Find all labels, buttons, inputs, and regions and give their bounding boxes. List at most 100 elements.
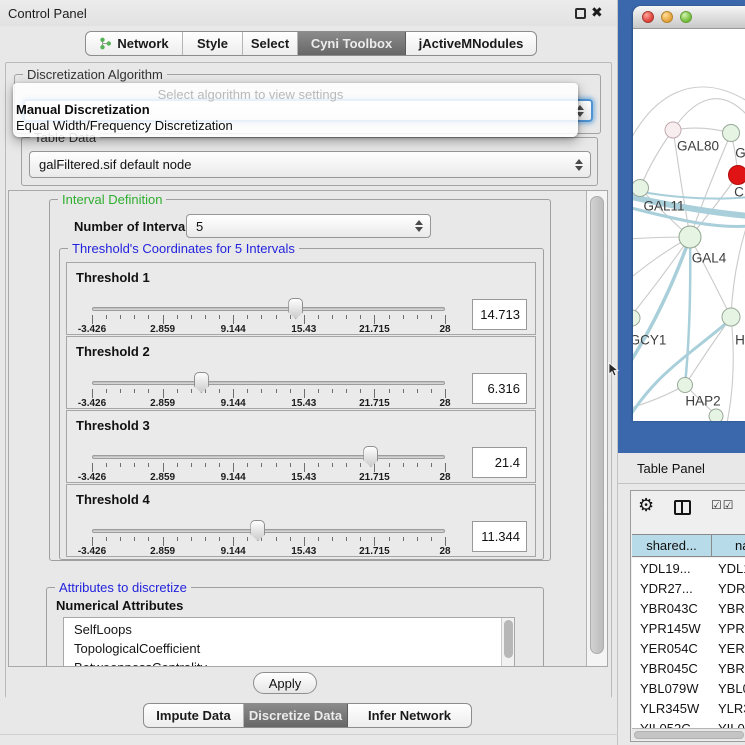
table-horizontal-scrollbar[interactable]: [632, 728, 745, 740]
table-row[interactable]: YLR345W YLR3: [632, 699, 745, 719]
attribute-item[interactable]: BetweennessCentrality: [64, 658, 514, 667]
table-hscroll-thumb[interactable]: [634, 731, 744, 739]
network-edge: [731, 225, 745, 317]
attribute-item[interactable]: TopologicalCoefficient: [64, 639, 514, 658]
cell-name[interactable]: YLR3: [718, 699, 745, 719]
node-red[interactable]: [729, 166, 745, 185]
cell-shared-name[interactable]: YBR043C: [640, 599, 712, 619]
table-row[interactable]: YBL079W YBL0: [632, 679, 745, 699]
list-scrollbar[interactable]: [501, 618, 514, 667]
minor-tick: [247, 389, 248, 393]
threshold-value-field[interactable]: 14.713: [472, 299, 527, 330]
cell-shared-name[interactable]: YIL052C: [640, 719, 712, 728]
numerical-attributes-list[interactable]: SelfLoopsTopologicalCoefficientBetweenne…: [63, 617, 515, 667]
column-header-name[interactable]: na: [713, 535, 745, 556]
table-row[interactable]: YDR27... YDR2: [632, 579, 745, 599]
tab-select[interactable]: Select: [243, 32, 298, 55]
cell-shared-name[interactable]: YDR27...: [640, 579, 712, 599]
cell-shared-name[interactable]: YLR345W: [640, 699, 712, 719]
tab-infer-network[interactable]: Infer Network: [348, 704, 471, 727]
cell-shared-name[interactable]: YER054C: [640, 639, 712, 659]
minor-tick: [219, 315, 220, 319]
cell-shared-name[interactable]: YDL19...: [640, 559, 712, 579]
table-row[interactable]: YBR045C YBR0: [632, 659, 745, 679]
minimize-traffic-light-icon[interactable]: [661, 11, 673, 23]
minor-tick: [276, 315, 277, 319]
select-columns-icons[interactable]: ☑☑: [711, 498, 735, 512]
cell-name[interactable]: YPR1: [718, 619, 745, 639]
tab-jactivemnodules[interactable]: jActiveMNodules: [406, 32, 536, 55]
node-gal80[interactable]: [665, 122, 681, 138]
tab-style[interactable]: Style: [183, 32, 243, 55]
node-gcy1[interactable]: [633, 310, 640, 326]
tick-label: 2.859: [150, 546, 175, 557]
apply-button[interactable]: Apply: [253, 672, 317, 694]
tick-label: -3.426: [78, 546, 106, 557]
panel-scrollbar[interactable]: [586, 191, 608, 667]
table-data-combobox[interactable]: galFiltered.sif default node: [29, 151, 591, 178]
tab-network[interactable]: Network: [86, 32, 183, 55]
cell-shared-name[interactable]: YPR145W: [640, 619, 712, 639]
tab-discretize-data[interactable]: Discretize Data: [244, 704, 348, 727]
mouse-cursor: [608, 362, 620, 378]
minor-tick: [219, 389, 220, 393]
node-gal11[interactable]: [633, 180, 649, 197]
tab-impute-data[interactable]: Impute Data: [144, 704, 244, 727]
tick-label: 28: [439, 324, 450, 335]
gear-icon[interactable]: ⚙: [638, 495, 654, 516]
close-traffic-light-icon[interactable]: [642, 11, 654, 23]
table-row[interactable]: YER054C YER0: [632, 639, 745, 659]
slider-thumb[interactable]: [250, 520, 265, 541]
screen: Control Panel ✖ NetworkStyleSelectCyni T…: [0, 0, 745, 745]
cell-name[interactable]: YDL1: [718, 559, 745, 579]
attribute-item[interactable]: SelfLoops: [64, 620, 514, 639]
node-gal4[interactable]: [679, 226, 701, 248]
threshold-value-field[interactable]: 21.4: [472, 447, 527, 478]
slider-track[interactable]: [92, 307, 445, 311]
node-hap2[interactable]: [678, 378, 693, 393]
slider-thumb[interactable]: [194, 372, 209, 393]
network-icon: [99, 37, 112, 50]
network-canvas[interactable]: GAL80GACGAL11GAL4GCY1HHAP2: [633, 29, 745, 421]
slider-track[interactable]: [92, 381, 445, 385]
tab-cyni-toolbox[interactable]: Cyni Toolbox: [298, 32, 406, 55]
major-tick: [163, 389, 164, 398]
cell-name[interactable]: YBR0: [718, 599, 745, 619]
cell-shared-name[interactable]: YBR045C: [640, 659, 712, 679]
number-of-intervals-combobox[interactable]: 5: [186, 214, 431, 238]
cell-name[interactable]: YIL0: [718, 719, 745, 728]
slider-thumb[interactable]: [363, 446, 378, 467]
close-icon[interactable]: ✖: [591, 4, 603, 21]
zoom-traffic-light-icon[interactable]: [680, 11, 692, 23]
algorithm-option-2[interactable]: Equal Width/Frequency Discretization: [16, 118, 233, 133]
column-layout-icon[interactable]: [674, 500, 691, 515]
threshold-value-field[interactable]: 6.316: [472, 373, 527, 404]
table-row[interactable]: YDL19... YDL1: [632, 559, 745, 579]
node-h[interactable]: [722, 308, 740, 326]
minor-tick: [318, 389, 319, 393]
table-row[interactable]: YPR145W YPR1: [632, 619, 745, 639]
cell-name[interactable]: YER0: [718, 639, 745, 659]
table-row[interactable]: YIL052C YIL0: [632, 719, 745, 728]
minor-tick: [261, 389, 262, 393]
cell-name[interactable]: YBL0: [718, 679, 745, 699]
algorithm-option-1[interactable]: Manual Discretization: [16, 102, 150, 117]
node-bottom[interactable]: [709, 409, 723, 421]
slider-track[interactable]: [92, 529, 445, 533]
threshold-value-field[interactable]: 11.344: [472, 521, 527, 552]
column-header-shared-name[interactable]: shared...: [632, 535, 712, 556]
panel-scrollbar-thumb[interactable]: [590, 196, 604, 654]
float-window-icon[interactable]: [575, 8, 586, 19]
cell-name[interactable]: YDR2: [718, 579, 745, 599]
algorithm-placeholder-option[interactable]: Select algorithm to view settings: [13, 87, 488, 102]
slider-track[interactable]: [92, 455, 445, 459]
cell-shared-name[interactable]: YBL079W: [640, 679, 712, 699]
node-hap2-label: HAP2: [685, 394, 720, 409]
threshold-1-box: Threshold 1-3.4262.8599.14415.4321.71528…: [66, 262, 536, 335]
minor-tick: [431, 315, 432, 319]
cell-name[interactable]: YBR0: [718, 659, 745, 679]
table-row[interactable]: YBR043C YBR0: [632, 599, 745, 619]
threshold-3-box: Threshold 3-3.4262.8599.14415.4321.71528…: [66, 410, 536, 483]
node-gcy1-label: GCY1: [633, 333, 666, 348]
node-ga[interactable]: [723, 125, 740, 142]
